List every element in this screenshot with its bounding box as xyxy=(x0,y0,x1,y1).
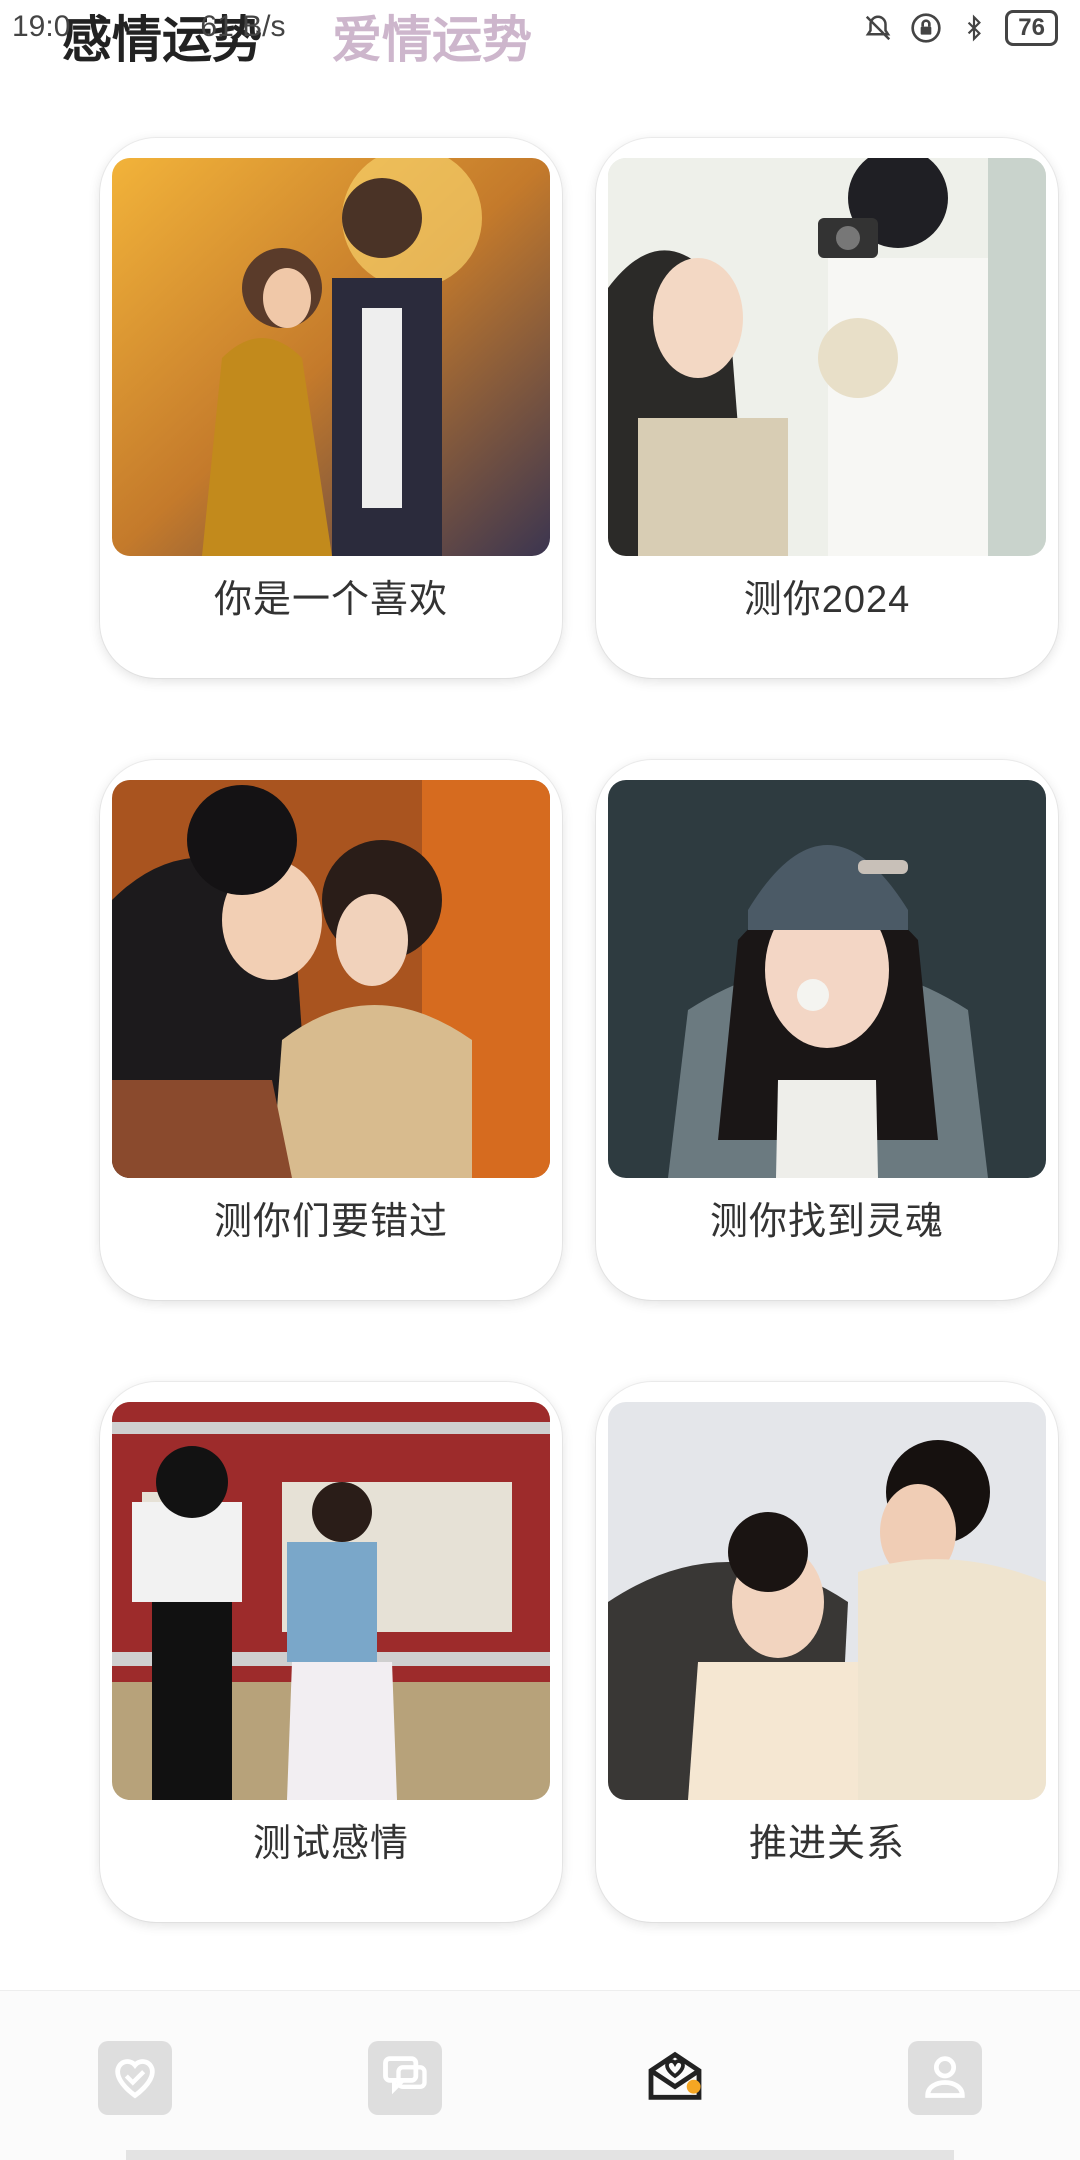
vpn-lock-icon xyxy=(909,11,943,45)
heart-icon xyxy=(109,2050,161,2107)
network-speed: 61 B/s xyxy=(200,10,286,43)
card-label: 测你2024 xyxy=(743,579,911,621)
status-time: 19:0 xyxy=(12,10,71,43)
card-image xyxy=(608,780,1046,1178)
home-indicator xyxy=(126,2150,954,2160)
card-label: 你是一个喜欢 xyxy=(213,579,448,621)
quiz-card[interactable]: 测你2024 xyxy=(596,138,1058,678)
card-image xyxy=(112,158,550,556)
quiz-card[interactable]: 推进关系 xyxy=(596,1382,1058,1922)
love-letter-icon xyxy=(643,2044,707,2113)
status-bar: 19:0 61 B/s 76 xyxy=(0,0,1080,60)
card-label: 推进关系 xyxy=(748,1823,905,1865)
alarm-off-icon xyxy=(861,11,895,45)
status-right: 76 xyxy=(861,10,1058,46)
quiz-card[interactable]: 测你找到灵魂 xyxy=(596,760,1058,1300)
nav-profile-button[interactable] xyxy=(908,2041,982,2115)
card-image xyxy=(608,158,1046,556)
card-label: 测你找到灵魂 xyxy=(709,1201,944,1243)
bottom-nav xyxy=(0,1990,1080,2160)
screen: 19:0 61 B/s 76 感情运势 爱情运势 你是一个喜欢 测你2024 测… xyxy=(0,0,1080,2160)
card-label: 测试感情 xyxy=(252,1823,409,1865)
quiz-card[interactable]: 你是一个喜欢 xyxy=(100,138,562,678)
bluetooth-icon xyxy=(957,11,991,45)
quiz-card[interactable]: 测你们要错过 xyxy=(100,760,562,1300)
chat-icon xyxy=(379,2050,431,2107)
quiz-card[interactable]: 测试感情 xyxy=(100,1382,562,1922)
nav-chat-button[interactable] xyxy=(368,2041,442,2115)
card-image xyxy=(112,780,550,1178)
profile-icon xyxy=(919,2050,971,2107)
nav-heart-button[interactable] xyxy=(98,2041,172,2115)
nav-love-letter-button[interactable] xyxy=(638,2041,712,2115)
card-image xyxy=(608,1402,1046,1800)
card-label: 测你们要错过 xyxy=(213,1201,448,1243)
battery-indicator: 76 xyxy=(1005,10,1058,46)
card-image xyxy=(112,1402,550,1800)
status-left: 19:0 61 B/s xyxy=(12,10,285,44)
